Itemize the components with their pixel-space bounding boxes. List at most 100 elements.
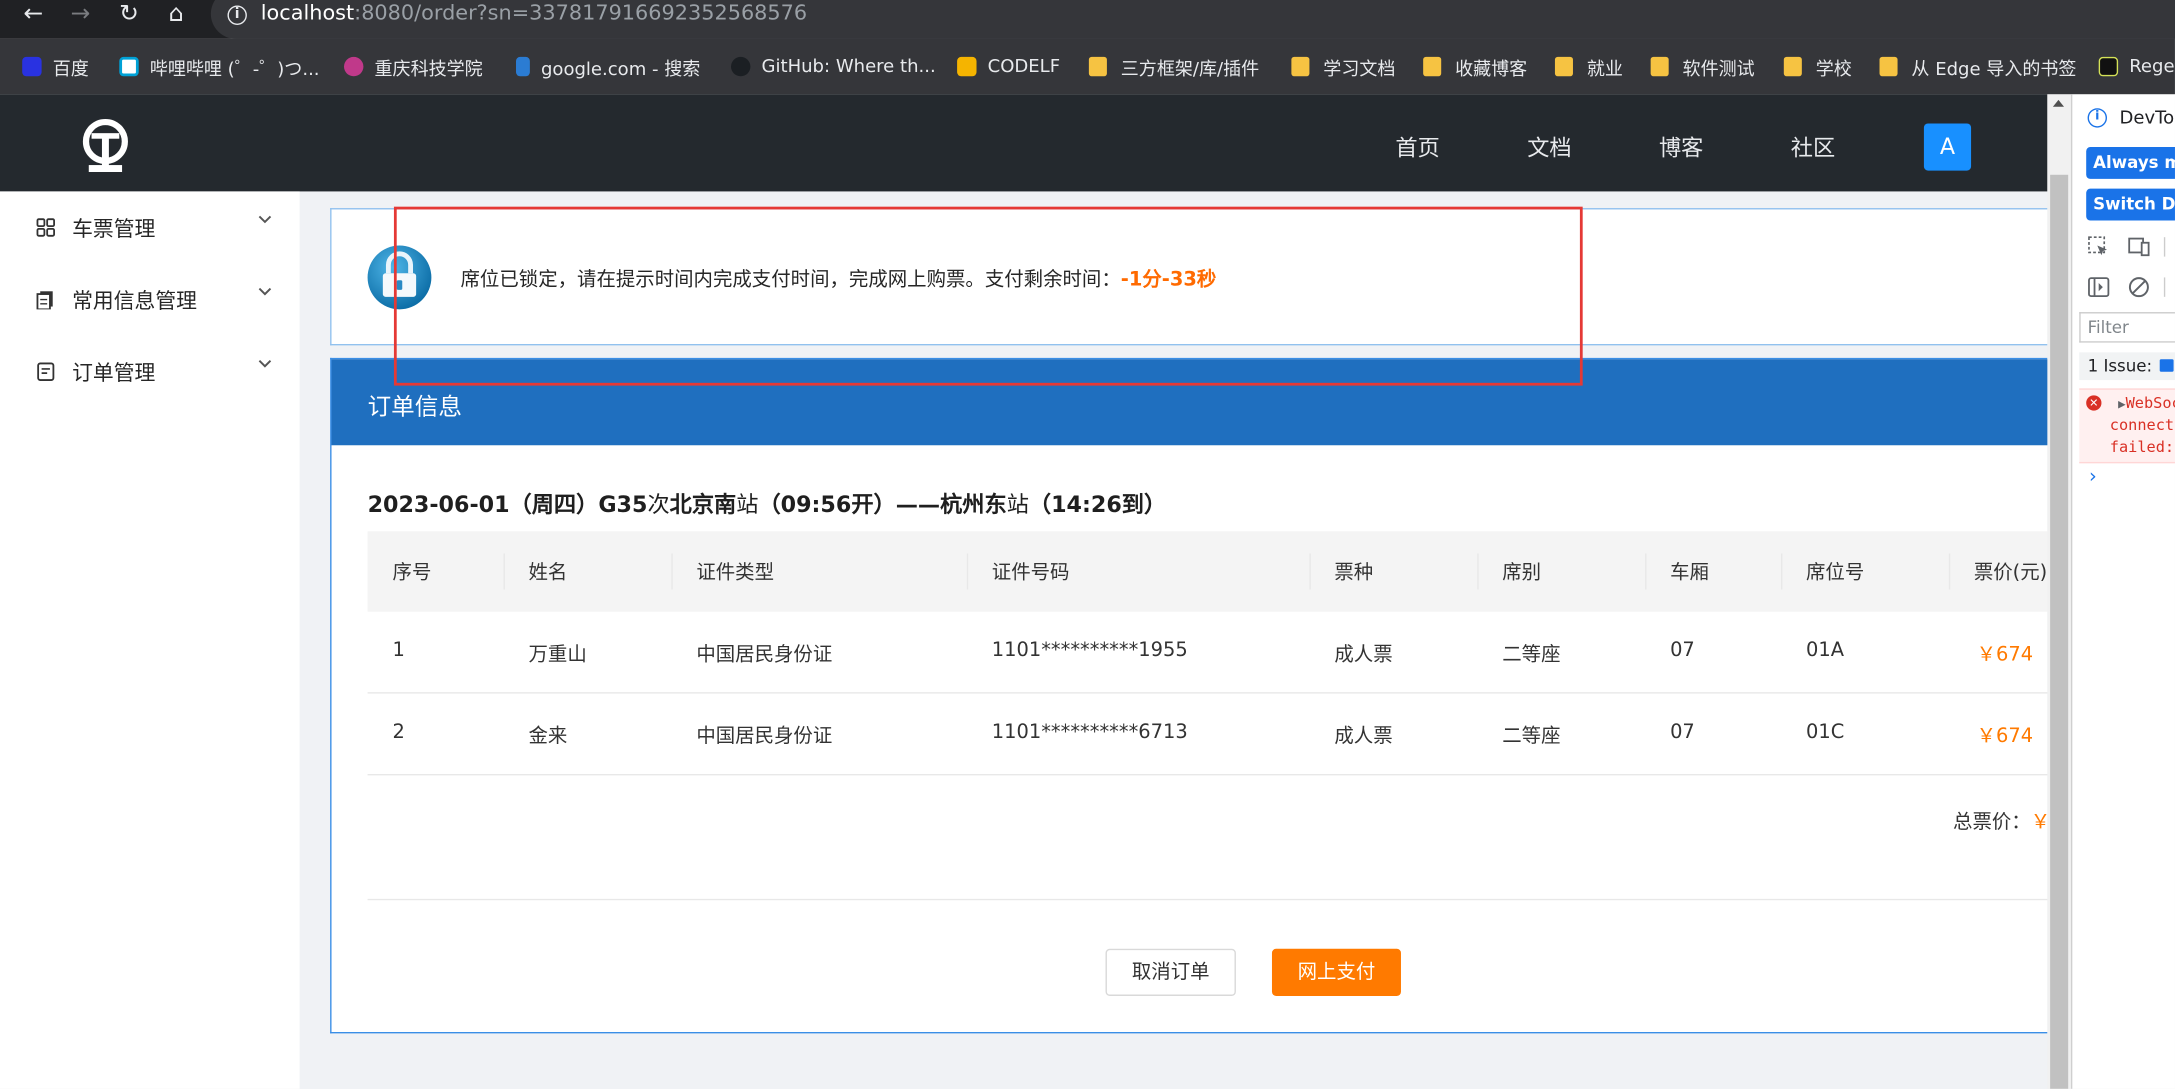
chevron-down-icon: [258, 287, 272, 296]
console-filter-input[interactable]: Filter: [2079, 312, 2175, 343]
cell-id-number: 1101**********6713: [991, 721, 1188, 744]
column-divider: [503, 553, 505, 590]
station-suffix: 站: [1006, 491, 1029, 518]
bookmark-folder-blogs[interactable]: 收藏博客: [1423, 53, 1527, 81]
train-number: G35: [598, 491, 648, 518]
inspect-element-icon[interactable]: [2088, 236, 2110, 258]
table-row: 2 金来 中国居民身份证 1101**********6713 成人票 二等座 …: [367, 694, 2049, 776]
folder-icon: [1879, 56, 1898, 77]
url-host: localhost: [260, 0, 355, 25]
error-line-text: WebSocket: [2125, 393, 2175, 412]
cell-seat-no: 01C: [1806, 721, 1845, 744]
app-header: 首页 文档 博客 社区 A: [0, 94, 2048, 192]
column-divider: [966, 553, 969, 590]
console-prompt-icon[interactable]: ›: [2089, 466, 2097, 488]
bookmark-bing[interactable]: google.com - 搜索: [516, 53, 700, 81]
bookmark-label: 学校: [1815, 58, 1852, 80]
bookmark-label: 百度: [52, 58, 89, 80]
home-icon[interactable]: ⌂: [161, 0, 192, 31]
train-suffix: 次: [647, 491, 670, 518]
bookmark-label: google.com - 搜索: [540, 58, 701, 80]
sidebar-item-common-info[interactable]: 常用信息管理: [0, 264, 300, 336]
reload-icon[interactable]: ↻: [114, 0, 145, 31]
forward-icon[interactable]: →: [65, 0, 96, 31]
cell-ticket-type: 成人票: [1334, 643, 1393, 666]
folder-icon: [1291, 56, 1310, 77]
scroll-up-arrow-icon[interactable]: [2052, 99, 2065, 107]
order-document-icon: [37, 362, 55, 381]
bookmark-school[interactable]: 重庆科技学院: [344, 53, 483, 81]
cell-no: 2: [392, 721, 405, 744]
bookmark-folder-docs[interactable]: 学习文档: [1291, 53, 1395, 81]
bookmark-folder-school[interactable]: 学校: [1783, 53, 1852, 81]
issues-counter[interactable]: 1 Issue:: [2079, 352, 2175, 381]
baidu-icon: [22, 56, 42, 77]
bookmark-github[interactable]: GitHub: Where th...: [731, 53, 936, 81]
col-ticket-type: 票种: [1334, 561, 1374, 584]
sidebar-item-tickets[interactable]: 车票管理: [0, 191, 300, 263]
always-match-language-button[interactable]: Always match Chrome's language: [2086, 147, 2175, 179]
pay-online-button[interactable]: 网上支付: [1271, 948, 1401, 996]
error-line: ▶WebSocket: [2118, 394, 2175, 412]
bing-icon: [516, 56, 530, 77]
device-toolbar-icon[interactable]: [2128, 236, 2150, 258]
back-icon[interactable]: ←: [18, 0, 49, 31]
folder-icon: [1088, 56, 1107, 77]
sidebar-item-label: 订单管理: [72, 360, 156, 386]
page-scrollbar[interactable]: [2047, 94, 2071, 1089]
col-price: 票价(元): [1973, 561, 2048, 584]
order-title: 订单信息: [367, 393, 462, 422]
switch-language-button[interactable]: Switch DevTools to Chinese: [2086, 188, 2175, 221]
cell-ticket-type: 成人票: [1334, 725, 1393, 748]
bookmark-folder-libs[interactable]: 三方框架/库/插件: [1088, 53, 1260, 81]
bookmark-baidu[interactable]: 百度: [22, 53, 89, 81]
nav-community[interactable]: 社区: [1791, 129, 1835, 162]
divider: [367, 898, 2049, 901]
bookmark-label: 三方框架/库/插件: [1120, 58, 1260, 80]
address-bar[interactable]: i localhost:8080/order?sn=33781791669235…: [210, 0, 2175, 39]
url-text[interactable]: localhost:8080/order?sn=3378179166923525…: [261, 0, 807, 25]
regex-icon: [2098, 56, 2119, 77]
nav-docs[interactable]: 文档: [1527, 129, 1571, 162]
site-info-icon[interactable]: i: [227, 5, 247, 25]
github-icon: [731, 56, 751, 77]
devtools-title: DevTools: [2119, 108, 2175, 130]
folder-icon: [1783, 56, 1802, 77]
bookmarks-bar: 百度 哔哩哔哩 (゜-゜)つ... 重庆科技学院 google.com - 搜索…: [0, 38, 2175, 95]
avatar[interactable]: A: [1923, 123, 1972, 171]
order-card-header: 订单信息: [331, 359, 2049, 446]
cell-id-type: 中国居民身份证: [696, 643, 833, 666]
alert-text: 席位已锁定，请在提示时间内完成支付时间，完成网上购票。支付剩余时间：: [460, 269, 1121, 292]
bookmark-label: Rege: [2129, 56, 2175, 77]
sidebar-item-label: 车票管理: [72, 216, 156, 242]
nav-blog[interactable]: 博客: [1659, 129, 1703, 162]
cancel-order-button[interactable]: 取消订单: [1105, 948, 1236, 996]
col-no: 序号: [392, 561, 432, 584]
sidebar-toggle-icon[interactable]: [2088, 276, 2110, 298]
arrive-time: （14:26到）: [1028, 491, 1167, 518]
cell-coach: 07: [1670, 721, 1695, 744]
column-divider: [1309, 553, 1311, 590]
bookmark-folder-jobs[interactable]: 就业: [1554, 53, 1623, 81]
bookmark-label: 学习文档: [1323, 58, 1396, 80]
nav-home[interactable]: 首页: [1395, 129, 1439, 162]
bookmark-regex[interactable]: Rege: [2098, 53, 2175, 81]
column-divider: [1645, 553, 1647, 590]
total-price: 总票价：￥: [1953, 807, 2050, 835]
bookmark-label: 从 Edge 导入的书签: [1911, 58, 2077, 80]
toolbar-divider: [2163, 237, 2166, 257]
bookmark-folder-edge[interactable]: 从 Edge 导入的书签: [1879, 53, 2077, 81]
cell-price: ￥674: [1976, 725, 2034, 748]
bookmark-bilibili[interactable]: 哔哩哔哩 (゜-゜)つ...: [119, 53, 320, 81]
cell-name: 万重山: [528, 643, 587, 666]
railway-logo-icon[interactable]: [78, 118, 133, 173]
bookmark-label: CODELF: [987, 56, 1061, 77]
console-error-message[interactable]: ✕ ▶WebSocket connection failed:: [2079, 388, 2175, 464]
bilibili-icon: [119, 56, 139, 77]
bookmark-codelf[interactable]: CODELF: [957, 53, 1060, 81]
bookmark-folder-testing[interactable]: 软件测试: [1650, 53, 1755, 81]
scroll-thumb[interactable]: [2050, 174, 2069, 1089]
sidebar-item-orders[interactable]: 订单管理: [0, 336, 300, 408]
total-price-label: 总票价：: [1953, 811, 2031, 834]
clear-console-icon[interactable]: [2128, 276, 2150, 298]
